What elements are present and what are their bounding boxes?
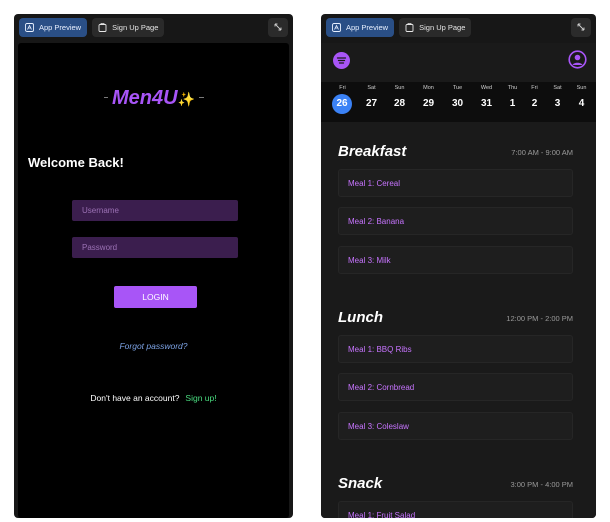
signup-row: Don't have an account? Sign up! bbox=[18, 393, 289, 403]
meal-item[interactable]: Meal 3: Milk bbox=[338, 246, 573, 274]
meal-item[interactable]: Meal 1: Cereal bbox=[338, 169, 573, 197]
tab-label: App Preview bbox=[39, 23, 82, 32]
tab-label: Sign Up Page bbox=[419, 23, 466, 32]
right-preview-window: App Preview Sign Up Page Fri 26 Sat 27 S… bbox=[321, 14, 596, 518]
preview-toolbar: App Preview Sign Up Page bbox=[321, 14, 596, 41]
date-item[interactable]: Tue 30 bbox=[445, 82, 470, 114]
tab-label: Sign Up Page bbox=[112, 23, 159, 32]
expand-icon bbox=[576, 19, 586, 37]
date-item[interactable]: Sun 4 bbox=[569, 82, 594, 114]
meal-plan-screen: Fri 26 Sat 27 Sun 28 Mon 29 Tue 30 Wed 3… bbox=[321, 43, 596, 518]
meal-item[interactable]: Meal 3: Coleslaw bbox=[338, 412, 573, 440]
date-item[interactable]: Fri 2 bbox=[522, 82, 547, 114]
tab-label: App Preview bbox=[346, 23, 389, 32]
brand-title: Men4U bbox=[111, 87, 178, 109]
section-time: 3:00 PM - 4:00 PM bbox=[510, 480, 573, 489]
date-item[interactable]: Sat 27 bbox=[359, 82, 384, 114]
preview-toolbar: App Preview Sign Up Page bbox=[14, 14, 293, 41]
signup-prompt: Don't have an account? bbox=[90, 393, 180, 403]
section-time: 12:00 PM - 2:00 PM bbox=[506, 314, 573, 323]
date-item[interactable]: Fri 26 bbox=[330, 82, 355, 114]
welcome-heading: Welcome Back! bbox=[28, 155, 124, 170]
profile-button[interactable] bbox=[568, 50, 587, 69]
meal-item[interactable]: Meal 1: Fruit Salad bbox=[338, 501, 573, 518]
date-item[interactable]: Sun 28 bbox=[387, 82, 412, 114]
section-time: 7:00 AM - 9:00 AM bbox=[511, 148, 573, 157]
date-item[interactable]: Sat 3 bbox=[545, 82, 570, 114]
date-item[interactable]: Mon 29 bbox=[416, 82, 441, 114]
profile-icon bbox=[568, 50, 587, 73]
menu-icon bbox=[333, 56, 350, 73]
tab-app-preview[interactable]: App Preview bbox=[19, 18, 88, 37]
tab-app-preview[interactable]: App Preview bbox=[326, 18, 395, 37]
expand-button[interactable] bbox=[571, 18, 591, 37]
meal-item[interactable]: Meal 1: BBQ Ribs bbox=[338, 335, 573, 363]
signup-link[interactable]: Sign up! bbox=[185, 393, 216, 403]
tab-sign-up-page[interactable]: Sign Up Page bbox=[399, 18, 472, 37]
forgot-password-link[interactable]: Forgot password? bbox=[18, 341, 289, 351]
sparkle-icon: ✨ bbox=[177, 91, 195, 107]
app-preview-icon bbox=[25, 23, 34, 32]
file-icon bbox=[405, 23, 414, 32]
date-item[interactable]: Wed 31 bbox=[474, 82, 499, 114]
meal-item[interactable]: Meal 2: Banana bbox=[338, 207, 573, 235]
section-title: Snack bbox=[338, 475, 383, 492]
menu-button[interactable] bbox=[333, 52, 350, 69]
tab-sign-up-page[interactable]: Sign Up Page bbox=[92, 18, 165, 37]
file-icon bbox=[98, 23, 107, 32]
expand-icon bbox=[273, 19, 283, 37]
login-button[interactable]: LOGIN bbox=[114, 286, 197, 308]
meal-item[interactable]: Meal 2: Cornbread bbox=[338, 373, 573, 401]
section-title: Breakfast bbox=[338, 143, 407, 160]
left-preview-window: App Preview Sign Up Page Men4U✨ Welcome … bbox=[14, 14, 293, 518]
date-strip: Fri 26 Sat 27 Sun 28 Mon 29 Tue 30 Wed 3… bbox=[321, 82, 596, 122]
login-screen: Men4U✨ Welcome Back! LOGIN Forgot passwo… bbox=[18, 43, 289, 518]
brand-logo: Men4U✨ bbox=[18, 87, 289, 110]
username-input[interactable] bbox=[72, 200, 238, 221]
app-preview-icon bbox=[332, 23, 341, 32]
password-input[interactable] bbox=[72, 237, 238, 258]
section-title: Lunch bbox=[338, 309, 383, 326]
expand-button[interactable] bbox=[268, 18, 288, 37]
